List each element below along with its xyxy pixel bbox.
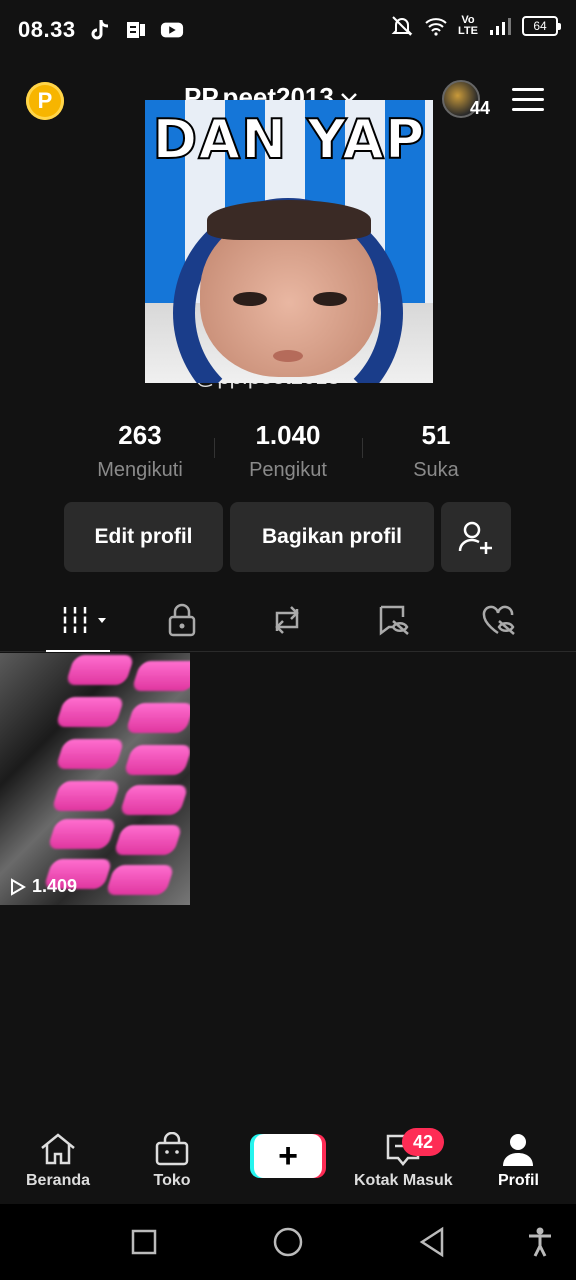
thumbnail-pattern: [119, 785, 189, 815]
stat-following[interactable]: 263 Mengikuti: [66, 420, 214, 482]
wifi-icon: [424, 14, 448, 38]
bottom-navigation: Beranda Toko + Kotak Masuk 42 Profil: [0, 1124, 576, 1204]
battery-indicator: 64: [522, 16, 561, 36]
stat-likes[interactable]: 51 Suka: [362, 420, 510, 482]
edit-profile-button[interactable]: Edit profil: [64, 502, 223, 572]
video-views-value: 1.409: [32, 876, 78, 896]
nav-inbox-label: Kotak Masuk: [354, 1172, 453, 1189]
coin-icon[interactable]: P: [26, 82, 64, 120]
photo-caption: DAN YAP: [152, 107, 426, 172]
photo-eye-right: [313, 292, 347, 306]
thumbnail-pattern: [55, 739, 125, 769]
lock-icon: [168, 603, 196, 637]
status-notification-icons: [88, 18, 184, 42]
create-button[interactable]: +: [254, 1134, 322, 1178]
thumbnail-pattern: [131, 661, 190, 691]
volte-indicator: Vo LTE: [458, 15, 478, 37]
stat-following-label: Mengikuti: [97, 459, 183, 481]
coin-label: P: [37, 88, 53, 113]
stat-followers-value: 1.040: [255, 420, 321, 450]
status-system-icons: Vo LTE 64: [390, 14, 561, 38]
thumbnail-pattern: [123, 745, 190, 775]
thumbnail-pattern: [47, 819, 117, 849]
thumbnail-pattern: [105, 865, 175, 895]
stat-followers[interactable]: 1.040 Pengikut: [214, 420, 362, 482]
tiktok-icon: [88, 18, 112, 42]
youtube-icon: [160, 18, 184, 42]
profile-tabs: [0, 596, 576, 652]
share-profile-button[interactable]: Bagikan profil: [230, 502, 434, 572]
home-circle-icon[interactable]: [272, 1226, 304, 1258]
status-bar: 08.33 Vo LTE 64: [0, 0, 576, 60]
plus-icon: +: [278, 1136, 298, 1175]
tab-videos[interactable]: [54, 600, 114, 640]
accessibility-icon[interactable]: [526, 1226, 554, 1258]
tab-liked[interactable]: [469, 600, 529, 640]
nav-home[interactable]: Beranda: [26, 1132, 90, 1190]
add-user-icon: [458, 521, 492, 554]
recents-icon[interactable]: [130, 1228, 158, 1256]
video-view-count: 1.409: [10, 876, 77, 897]
hidden-icon: [379, 605, 409, 636]
shopping-bag-icon: [155, 1132, 189, 1166]
profile-stats: 263 Mengikuti 1.040 Pengikut 51 Suka: [66, 420, 510, 482]
add-friends-button[interactable]: [441, 502, 511, 572]
mute-icon: [390, 14, 414, 38]
thumbnail-pattern: [51, 781, 121, 811]
nav-profile[interactable]: Profil: [498, 1132, 539, 1190]
profile-photo-preview[interactable]: DAN YAP: [145, 100, 433, 383]
battery-level: 64: [533, 19, 547, 33]
thumbnail-pattern: [65, 655, 135, 685]
liked-icon: [482, 605, 515, 635]
hamburger-menu-icon[interactable]: [512, 88, 544, 112]
inbox-badge: 42: [402, 1128, 444, 1156]
active-tab-indicator: [46, 650, 110, 652]
status-time: 08.33: [18, 17, 76, 42]
tab-reposts[interactable]: [257, 600, 317, 640]
tab-hidden[interactable]: [364, 600, 424, 640]
back-icon[interactable]: [418, 1226, 446, 1258]
nav-shop[interactable]: Toko: [152, 1132, 192, 1190]
system-navigation-bar: [0, 1204, 576, 1280]
stat-following-value: 263: [118, 420, 162, 450]
video-thumbnail[interactable]: 1.409: [0, 653, 190, 905]
photo-hair: [207, 200, 371, 240]
thumbnail-pattern: [55, 697, 125, 727]
play-icon: [11, 877, 26, 896]
videos-grid-icon: [61, 607, 106, 633]
profile-icon: [503, 1134, 534, 1166]
photo-eye-left: [233, 292, 267, 306]
signal-icon: [488, 14, 512, 38]
repost-icon: [275, 606, 299, 634]
nav-profile-label: Profil: [498, 1172, 539, 1189]
tab-private[interactable]: [152, 600, 212, 640]
thumbnail-pattern: [113, 825, 183, 855]
nav-home-label: Beranda: [26, 1172, 91, 1189]
profile-visitors-count: 44: [470, 98, 491, 118]
stat-followers-label: Pengikut: [249, 459, 327, 481]
stat-likes-value: 51: [421, 420, 451, 450]
nav-shop-label: Toko: [153, 1172, 191, 1189]
home-icon: [41, 1133, 75, 1165]
volte-bottom-label: LTE: [458, 25, 478, 37]
app-notification-icon: [124, 18, 148, 42]
thumbnail-pattern: [125, 703, 190, 733]
photo-mouth: [273, 350, 303, 362]
stat-likes-label: Suka: [413, 459, 459, 481]
